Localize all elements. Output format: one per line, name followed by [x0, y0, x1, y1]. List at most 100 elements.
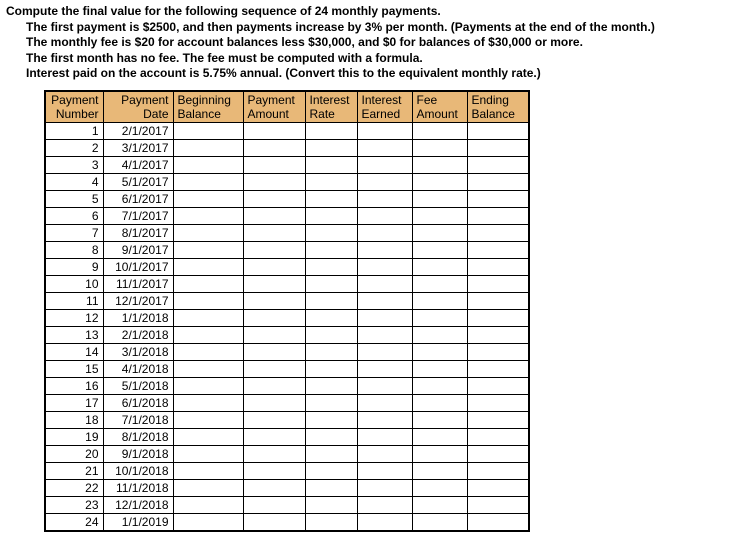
cell-empty[interactable] [305, 360, 357, 377]
cell-empty[interactable] [357, 292, 412, 309]
cell-empty[interactable] [467, 207, 529, 224]
cell-empty[interactable] [173, 496, 243, 513]
cell-payment-date[interactable]: 9/1/2018 [103, 445, 173, 462]
cell-empty[interactable] [305, 173, 357, 190]
cell-empty[interactable] [357, 360, 412, 377]
cell-payment-number[interactable]: 24 [45, 513, 103, 531]
cell-empty[interactable] [467, 258, 529, 275]
cell-empty[interactable] [357, 122, 412, 139]
cell-empty[interactable] [173, 139, 243, 156]
cell-payment-number[interactable]: 8 [45, 241, 103, 258]
cell-empty[interactable] [173, 190, 243, 207]
cell-payment-number[interactable]: 4 [45, 173, 103, 190]
cell-payment-number[interactable]: 10 [45, 275, 103, 292]
cell-empty[interactable] [305, 156, 357, 173]
cell-empty[interactable] [173, 445, 243, 462]
cell-empty[interactable] [173, 428, 243, 445]
cell-empty[interactable] [357, 224, 412, 241]
cell-empty[interactable] [357, 241, 412, 258]
cell-empty[interactable] [467, 343, 529, 360]
cell-empty[interactable] [173, 411, 243, 428]
cell-empty[interactable] [243, 411, 305, 428]
cell-payment-date[interactable]: 5/1/2018 [103, 377, 173, 394]
cell-empty[interactable] [412, 496, 467, 513]
cell-empty[interactable] [305, 241, 357, 258]
cell-empty[interactable] [173, 462, 243, 479]
cell-empty[interactable] [173, 394, 243, 411]
cell-empty[interactable] [243, 428, 305, 445]
cell-payment-number[interactable]: 21 [45, 462, 103, 479]
cell-payment-date[interactable]: 7/1/2017 [103, 207, 173, 224]
cell-empty[interactable] [357, 258, 412, 275]
cell-empty[interactable] [243, 207, 305, 224]
cell-payment-number[interactable]: 12 [45, 309, 103, 326]
cell-payment-date[interactable]: 12/1/2017 [103, 292, 173, 309]
cell-empty[interactable] [173, 173, 243, 190]
cell-empty[interactable] [173, 343, 243, 360]
cell-empty[interactable] [467, 122, 529, 139]
cell-empty[interactable] [467, 428, 529, 445]
cell-empty[interactable] [173, 326, 243, 343]
cell-empty[interactable] [357, 173, 412, 190]
cell-payment-number[interactable]: 14 [45, 343, 103, 360]
cell-empty[interactable] [357, 479, 412, 496]
cell-empty[interactable] [173, 360, 243, 377]
cell-empty[interactable] [412, 360, 467, 377]
cell-empty[interactable] [305, 513, 357, 531]
cell-payment-number[interactable]: 16 [45, 377, 103, 394]
cell-empty[interactable] [467, 224, 529, 241]
cell-payment-number[interactable]: 5 [45, 190, 103, 207]
cell-empty[interactable] [305, 343, 357, 360]
cell-empty[interactable] [173, 258, 243, 275]
cell-empty[interactable] [467, 513, 529, 531]
cell-payment-date[interactable]: 5/1/2017 [103, 173, 173, 190]
cell-payment-date[interactable]: 6/1/2017 [103, 190, 173, 207]
cell-empty[interactable] [305, 462, 357, 479]
cell-empty[interactable] [412, 377, 467, 394]
cell-payment-date[interactable]: 2/1/2017 [103, 122, 173, 139]
cell-empty[interactable] [243, 122, 305, 139]
cell-empty[interactable] [243, 156, 305, 173]
cell-empty[interactable] [357, 275, 412, 292]
cell-empty[interactable] [243, 241, 305, 258]
cell-empty[interactable] [412, 258, 467, 275]
cell-empty[interactable] [305, 258, 357, 275]
cell-empty[interactable] [357, 377, 412, 394]
cell-empty[interactable] [243, 394, 305, 411]
cell-empty[interactable] [467, 479, 529, 496]
cell-empty[interactable] [467, 241, 529, 258]
cell-payment-number[interactable]: 6 [45, 207, 103, 224]
cell-empty[interactable] [357, 207, 412, 224]
cell-empty[interactable] [467, 275, 529, 292]
cell-empty[interactable] [412, 275, 467, 292]
cell-payment-number[interactable]: 11 [45, 292, 103, 309]
cell-empty[interactable] [357, 326, 412, 343]
cell-empty[interactable] [173, 377, 243, 394]
cell-payment-date[interactable]: 10/1/2018 [103, 462, 173, 479]
cell-payment-date[interactable]: 4/1/2017 [103, 156, 173, 173]
cell-empty[interactable] [467, 309, 529, 326]
cell-payment-number[interactable]: 9 [45, 258, 103, 275]
cell-payment-date[interactable]: 2/1/2018 [103, 326, 173, 343]
cell-empty[interactable] [305, 377, 357, 394]
cell-empty[interactable] [467, 190, 529, 207]
cell-empty[interactable] [412, 224, 467, 241]
cell-empty[interactable] [173, 207, 243, 224]
cell-payment-date[interactable]: 4/1/2018 [103, 360, 173, 377]
cell-empty[interactable] [467, 156, 529, 173]
cell-empty[interactable] [412, 326, 467, 343]
cell-empty[interactable] [467, 445, 529, 462]
cell-empty[interactable] [173, 513, 243, 531]
cell-empty[interactable] [412, 292, 467, 309]
cell-empty[interactable] [357, 496, 412, 513]
cell-payment-date[interactable]: 1/1/2018 [103, 309, 173, 326]
cell-payment-number[interactable]: 20 [45, 445, 103, 462]
cell-empty[interactable] [305, 479, 357, 496]
cell-empty[interactable] [243, 496, 305, 513]
cell-empty[interactable] [173, 275, 243, 292]
cell-empty[interactable] [243, 479, 305, 496]
cell-payment-date[interactable]: 11/1/2017 [103, 275, 173, 292]
cell-empty[interactable] [173, 224, 243, 241]
cell-empty[interactable] [243, 292, 305, 309]
cell-empty[interactable] [173, 309, 243, 326]
